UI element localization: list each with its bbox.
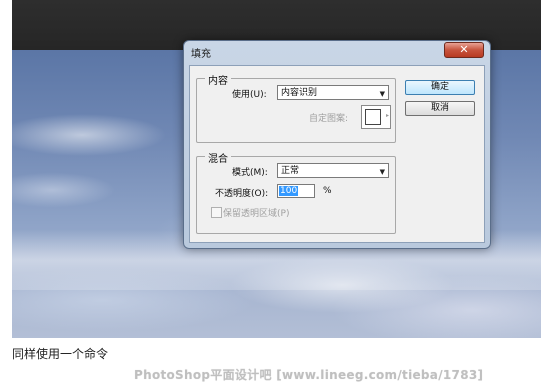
content-group-legend: 内容: [205, 72, 231, 87]
opacity-unit: %: [323, 186, 332, 196]
mode-select[interactable]: 正常 ▼: [277, 163, 389, 178]
mode-select-value: 正常: [281, 166, 300, 176]
dialog-title: 填充: [191, 49, 211, 60]
dropdown-arrow-icon: ▼: [379, 90, 385, 98]
caption-text: 同样使用一个命令: [12, 347, 109, 361]
pattern-arrow-icon: ▸: [385, 112, 389, 119]
ok-button[interactable]: 确定: [405, 80, 475, 95]
blend-group: 混合 模式(M): 正常 ▼ 不透明度(O): 100 % 保留透明区域(P): [196, 150, 396, 234]
opacity-input[interactable]: 100: [277, 184, 315, 198]
use-select-value: 内容识别: [281, 88, 318, 98]
opacity-value: 100: [279, 186, 299, 196]
dialog-body: 内容 使用(U): 内容识别 ▼ 自定图案: ▸ 混合 模式(M): 正常 ▼: [189, 65, 485, 243]
preserve-transparency-checkbox[interactable]: [211, 207, 222, 218]
custom-pattern-picker[interactable]: ▸: [361, 105, 391, 129]
close-icon: ✕: [459, 43, 469, 56]
fill-dialog: 填充 ✕ 内容 使用(U): 内容识别 ▼ 自定图案: ▸ 混合 模式(M): …: [183, 40, 491, 249]
use-select[interactable]: 内容识别 ▼: [277, 85, 389, 100]
blend-group-legend: 混合: [205, 150, 231, 165]
cancel-button[interactable]: 取消: [405, 101, 475, 116]
dropdown-arrow-icon: ▼: [379, 168, 385, 176]
pattern-swatch: [365, 109, 381, 125]
mode-label: 模式(M):: [232, 168, 268, 178]
custom-pattern-label: 自定图案:: [309, 114, 349, 124]
screenshot-area: 填充 ✕ 内容 使用(U): 内容识别 ▼ 自定图案: ▸ 混合 模式(M): …: [12, 0, 541, 338]
content-group: 内容 使用(U): 内容识别 ▼ 自定图案: ▸: [196, 72, 396, 143]
opacity-label: 不透明度(O):: [215, 189, 269, 199]
close-button[interactable]: ✕: [444, 42, 484, 58]
use-label: 使用(U):: [232, 90, 267, 100]
dialog-titlebar[interactable]: 填充 ✕: [184, 41, 490, 63]
watermark-text: PhotoShop平面设计吧 [www.lineeg.com/tieba/178…: [134, 368, 484, 382]
preserve-transparency-label: 保留透明区域(P): [223, 209, 290, 219]
